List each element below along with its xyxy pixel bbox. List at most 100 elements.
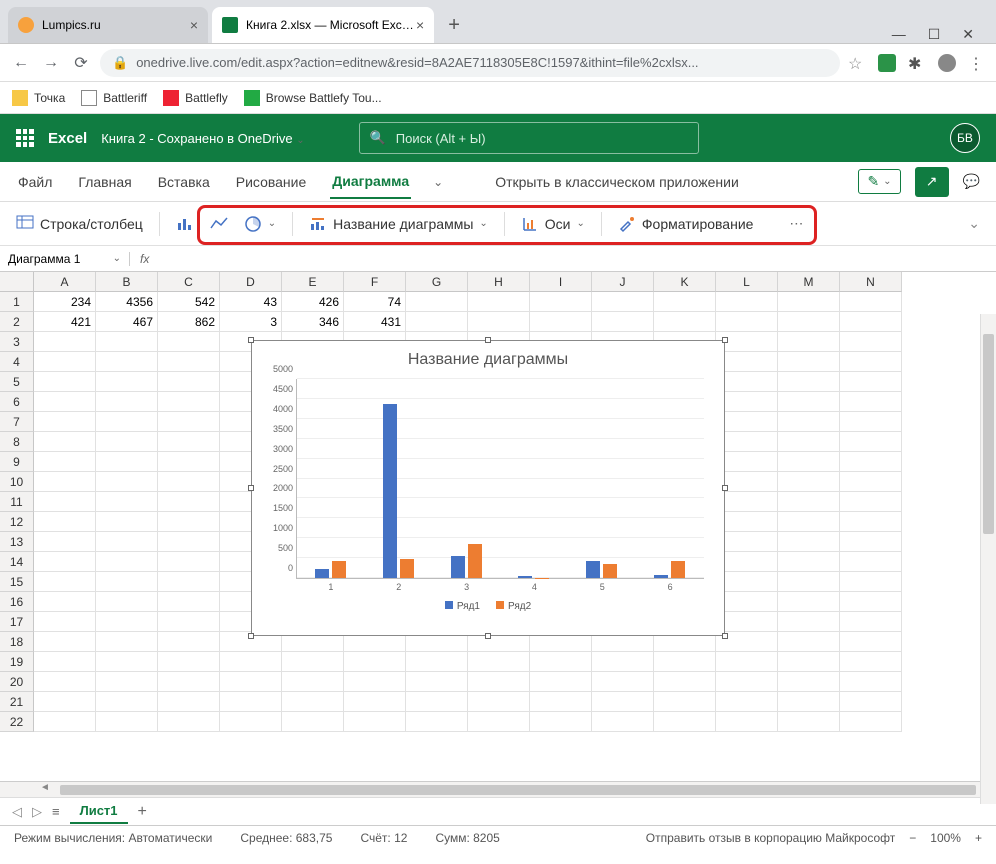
cell[interactable] xyxy=(96,632,158,652)
row-header[interactable]: 10 xyxy=(0,472,34,492)
cell[interactable] xyxy=(282,692,344,712)
cell[interactable] xyxy=(778,452,840,472)
column-header[interactable]: K xyxy=(654,272,716,292)
row-header[interactable]: 3 xyxy=(0,332,34,352)
cell[interactable] xyxy=(34,692,96,712)
cell[interactable] xyxy=(34,372,96,392)
cell[interactable] xyxy=(34,392,96,412)
cell[interactable] xyxy=(158,352,220,372)
cell[interactable] xyxy=(530,692,592,712)
horizontal-scrollbar[interactable]: ◄ ► xyxy=(0,782,996,798)
axes-button[interactable]: Оси⌄ xyxy=(521,215,585,233)
cell[interactable] xyxy=(34,432,96,452)
bookmark-item[interactable]: Browse Battlefy Tou... xyxy=(244,90,382,106)
cell[interactable]: 431 xyxy=(344,312,406,332)
add-sheet-icon[interactable]: + xyxy=(138,803,147,821)
pie-chart-button[interactable]: ⌄ xyxy=(244,215,276,233)
cell[interactable]: 346 xyxy=(282,312,344,332)
cell[interactable] xyxy=(158,532,220,552)
new-tab-button[interactable]: + xyxy=(438,8,470,43)
cell[interactable] xyxy=(530,652,592,672)
cell[interactable] xyxy=(158,492,220,512)
cell[interactable] xyxy=(158,512,220,532)
cell[interactable] xyxy=(716,392,778,412)
cell[interactable] xyxy=(530,712,592,732)
switch-row-col-button[interactable]: Строка/столбец xyxy=(16,215,143,233)
cell[interactable] xyxy=(778,392,840,412)
cell[interactable]: 74 xyxy=(344,292,406,312)
cell[interactable] xyxy=(778,332,840,352)
cell[interactable] xyxy=(840,292,902,312)
cell[interactable] xyxy=(96,412,158,432)
cell[interactable] xyxy=(716,592,778,612)
collapse-ribbon-icon[interactable]: ⌄ xyxy=(968,215,980,232)
browser-tab-1[interactable]: Lumpics.ru × xyxy=(8,7,208,43)
cell[interactable] xyxy=(530,312,592,332)
cell[interactable] xyxy=(344,672,406,692)
cell[interactable] xyxy=(654,312,716,332)
chart-plot-area[interactable]: 0500100015002000250030003500400045005000… xyxy=(296,379,704,579)
cell[interactable] xyxy=(778,712,840,732)
tab-home[interactable]: Главная xyxy=(76,166,133,198)
cell[interactable] xyxy=(716,572,778,592)
cell[interactable] xyxy=(716,512,778,532)
more-icon[interactable]: ⋯ xyxy=(789,215,803,232)
row-header[interactable]: 11 xyxy=(0,492,34,512)
star-icon[interactable]: ☆ xyxy=(848,54,866,72)
cell[interactable] xyxy=(778,412,840,432)
cell[interactable] xyxy=(654,672,716,692)
chart-title[interactable]: Название диаграммы xyxy=(252,341,724,375)
app-launcher-icon[interactable] xyxy=(16,129,34,147)
cell[interactable] xyxy=(34,412,96,432)
row-header[interactable]: 22 xyxy=(0,712,34,732)
cell[interactable] xyxy=(96,492,158,512)
cell[interactable]: 4356 xyxy=(96,292,158,312)
cell[interactable] xyxy=(468,712,530,732)
row-header[interactable]: 7 xyxy=(0,412,34,432)
cell[interactable] xyxy=(34,632,96,652)
cell[interactable] xyxy=(716,552,778,572)
reload-icon[interactable]: ⟳ xyxy=(70,53,92,73)
cell[interactable] xyxy=(716,672,778,692)
cell[interactable] xyxy=(158,612,220,632)
cell[interactable] xyxy=(778,652,840,672)
bookmark-item[interactable]: Точка xyxy=(12,90,65,106)
extension-icon[interactable] xyxy=(878,54,896,72)
row-header[interactable]: 12 xyxy=(0,512,34,532)
cell[interactable] xyxy=(158,652,220,672)
cell[interactable] xyxy=(96,352,158,372)
cell[interactable] xyxy=(34,612,96,632)
cell[interactable] xyxy=(778,532,840,552)
cell[interactable] xyxy=(778,372,840,392)
cell[interactable] xyxy=(716,612,778,632)
cell[interactable] xyxy=(96,672,158,692)
line-chart-button[interactable] xyxy=(210,215,228,233)
cell[interactable] xyxy=(158,572,220,592)
cell[interactable] xyxy=(840,412,902,432)
cell[interactable] xyxy=(840,372,902,392)
cell[interactable] xyxy=(96,512,158,532)
back-icon[interactable]: ← xyxy=(10,54,32,72)
cell[interactable]: 234 xyxy=(34,292,96,312)
cell[interactable] xyxy=(96,652,158,672)
cell[interactable] xyxy=(840,352,902,372)
cell[interactable] xyxy=(282,672,344,692)
cell[interactable] xyxy=(96,532,158,552)
cell[interactable] xyxy=(592,652,654,672)
cell[interactable] xyxy=(406,672,468,692)
menu-icon[interactable]: ⋮ xyxy=(968,54,986,72)
row-header[interactable]: 9 xyxy=(0,452,34,472)
cell[interactable] xyxy=(34,492,96,512)
cell[interactable] xyxy=(654,652,716,672)
cell[interactable] xyxy=(96,392,158,412)
feedback-link[interactable]: Отправить отзыв в корпорацию Майкрософт xyxy=(646,831,895,845)
cell[interactable] xyxy=(468,312,530,332)
row-header[interactable]: 4 xyxy=(0,352,34,372)
share-button[interactable]: ↗ xyxy=(915,167,949,197)
row-header[interactable]: 1 xyxy=(0,292,34,312)
row-header[interactable]: 6 xyxy=(0,392,34,412)
cell[interactable] xyxy=(840,492,902,512)
editing-mode-button[interactable]: ✎⌄ xyxy=(858,169,900,194)
chart-title-button[interactable]: Название диаграммы⌄ xyxy=(309,215,488,233)
row-header[interactable]: 19 xyxy=(0,652,34,672)
